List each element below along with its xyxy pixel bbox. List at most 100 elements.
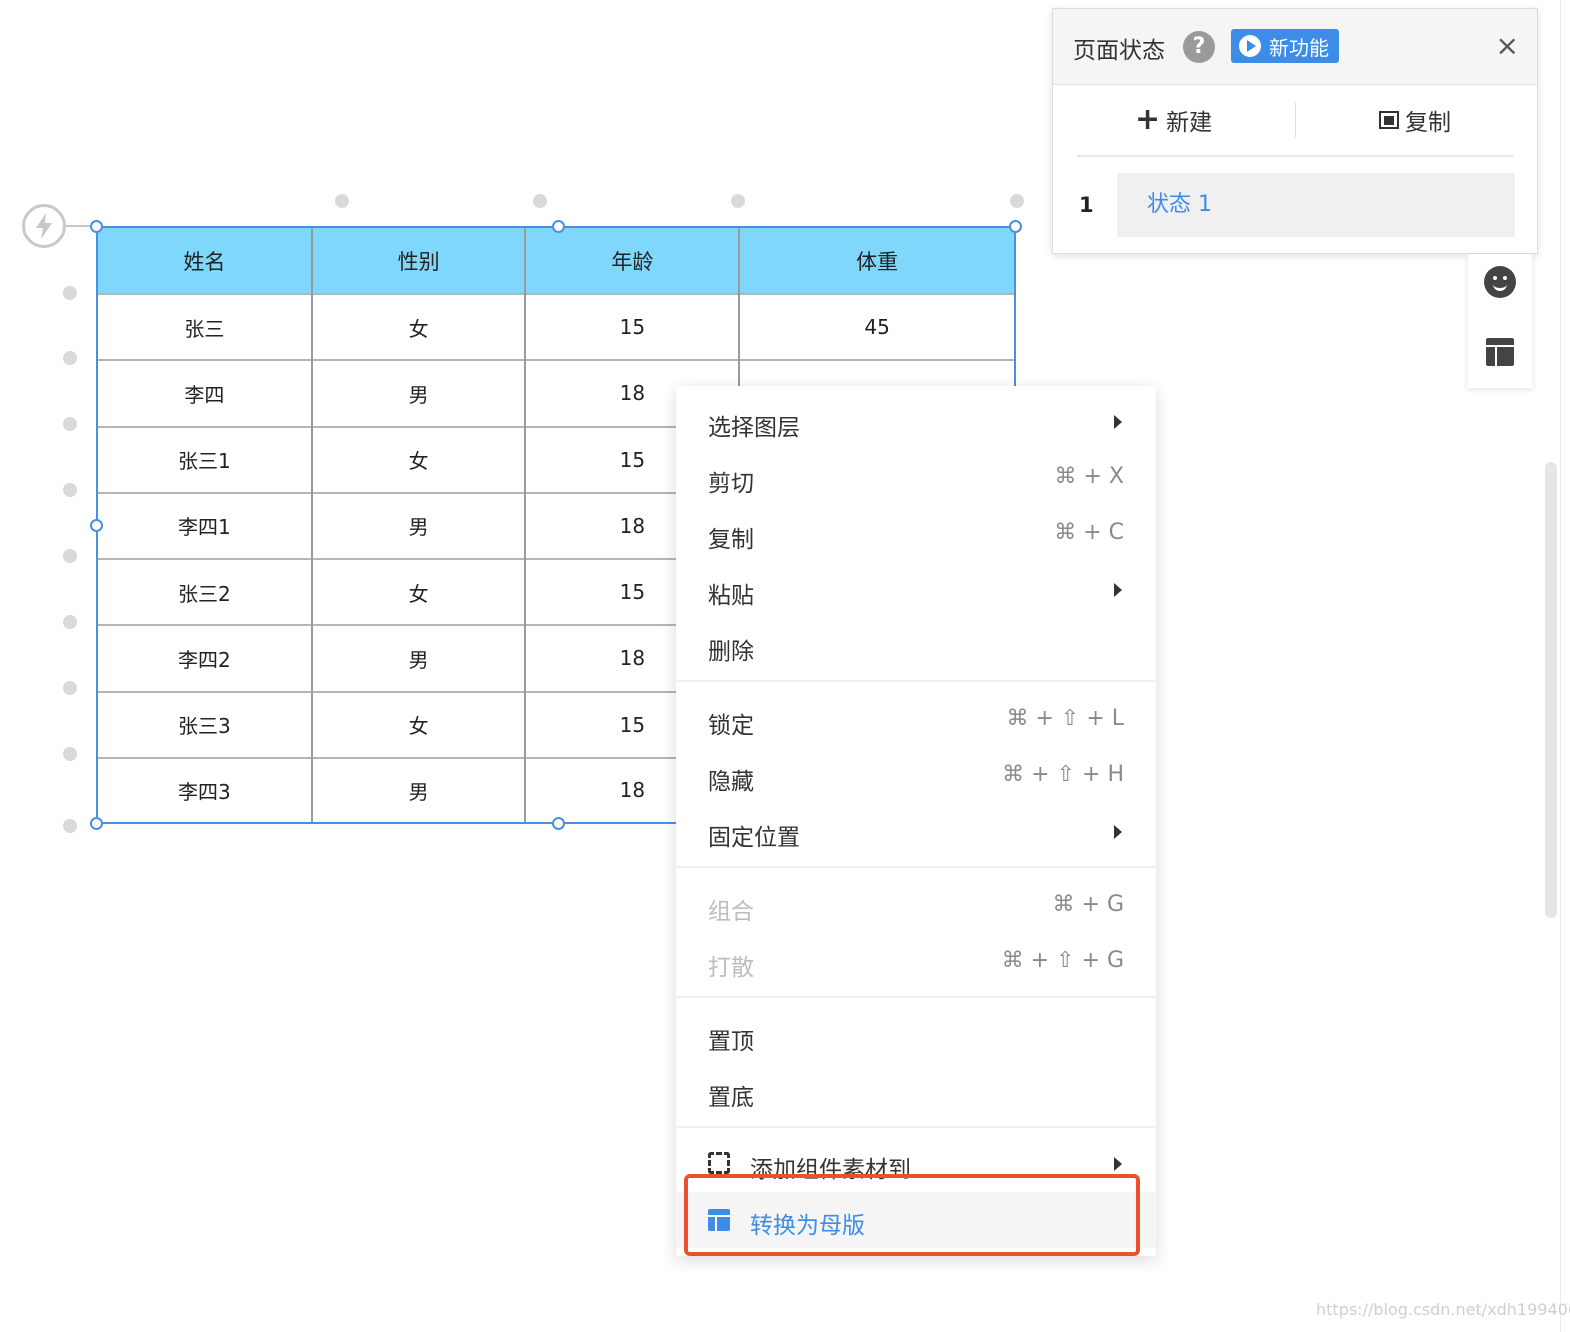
submenu-arrow-icon bbox=[1114, 1157, 1122, 1171]
selection-handle[interactable] bbox=[90, 220, 103, 233]
menu-separator bbox=[676, 866, 1156, 868]
menu-item-label: 剪切 bbox=[708, 471, 754, 497]
shortcut-label: ⌘ + ⇧ + L bbox=[1006, 706, 1124, 731]
state-list-item[interactable]: 1 状态 1 bbox=[1053, 173, 1537, 239]
column-handle[interactable] bbox=[533, 194, 547, 208]
menu-item-select-layer[interactable]: 选择图层 bbox=[676, 394, 1156, 450]
row-handle[interactable] bbox=[63, 351, 77, 365]
row-handle[interactable] bbox=[63, 549, 77, 563]
watermark: https://blog.csdn.net/xdh19940602 bbox=[1316, 1300, 1570, 1319]
selection-handle[interactable] bbox=[1009, 220, 1022, 233]
edge-rule bbox=[1560, 0, 1561, 1332]
cell[interactable]: 张三1 bbox=[98, 425, 313, 493]
help-icon[interactable]: ? bbox=[1183, 31, 1215, 63]
panel-title: 页面状态 bbox=[1073, 38, 1165, 64]
row-handle[interactable] bbox=[63, 819, 77, 833]
menu-item-cut[interactable]: 剪切 ⌘ + X bbox=[676, 450, 1156, 506]
cell[interactable]: 李四1 bbox=[98, 491, 313, 560]
copy-state-button[interactable]: 复制 bbox=[1379, 103, 1451, 137]
menu-item-label: 锁定 bbox=[708, 713, 754, 739]
new-state-button[interactable]: + 新建 bbox=[1135, 103, 1212, 137]
header-name[interactable]: 姓名 bbox=[98, 228, 313, 294]
cell[interactable]: 女 bbox=[311, 292, 527, 361]
header-age[interactable]: 年龄 bbox=[525, 228, 741, 294]
cell[interactable]: 男 bbox=[311, 491, 527, 560]
cell[interactable]: 女 bbox=[311, 690, 527, 758]
selection-handle[interactable] bbox=[90, 817, 103, 830]
cell[interactable]: 男 bbox=[311, 624, 527, 692]
menu-item-label: 打散 bbox=[708, 955, 754, 981]
cell[interactable]: 李四2 bbox=[98, 624, 313, 692]
cell[interactable]: 李四 bbox=[98, 359, 313, 427]
new-feature-label: 新功能 bbox=[1269, 35, 1329, 60]
cell[interactable]: 男 bbox=[311, 359, 527, 427]
menu-item-send-to-bottom[interactable]: 置底 bbox=[676, 1064, 1156, 1120]
menu-item-paste[interactable]: 粘贴 bbox=[676, 562, 1156, 618]
cell[interactable]: 张三3 bbox=[98, 690, 313, 758]
state-index: 1 bbox=[1079, 193, 1094, 217]
selection-handle[interactable] bbox=[552, 817, 565, 830]
shortcut-label: ⌘ + C bbox=[1054, 520, 1124, 545]
menu-item-lock[interactable]: 锁定 ⌘ + ⇧ + L bbox=[676, 692, 1156, 748]
menu-separator bbox=[676, 996, 1156, 998]
new-state-label: 新建 bbox=[1166, 110, 1213, 136]
menu-item-label: 复制 bbox=[708, 527, 754, 553]
row-handle[interactable] bbox=[63, 615, 77, 629]
row-handle[interactable] bbox=[63, 483, 77, 497]
copy-icon bbox=[1379, 111, 1399, 129]
cell[interactable]: 45 bbox=[739, 292, 1014, 361]
shortcut-label: ⌘ + ⇧ + G bbox=[1001, 948, 1124, 973]
column-handle[interactable] bbox=[1010, 194, 1024, 208]
cell[interactable]: 张三2 bbox=[98, 558, 313, 626]
menu-separator bbox=[676, 1126, 1156, 1128]
shortcut-label: ⌘ + X bbox=[1054, 464, 1125, 489]
menu-item-label: 删除 bbox=[708, 639, 754, 665]
menu-item-ungroup: 打散 ⌘ + ⇧ + G bbox=[676, 934, 1156, 990]
menu-item-hide[interactable]: 隐藏 ⌘ + ⇧ + H bbox=[676, 748, 1156, 804]
menu-item-delete[interactable]: 删除 bbox=[676, 618, 1156, 674]
new-feature-badge[interactable]: 新功能 bbox=[1231, 29, 1339, 63]
menu-item-copy[interactable]: 复制 ⌘ + C bbox=[676, 506, 1156, 562]
row-handle[interactable] bbox=[63, 286, 77, 300]
selection-handle[interactable] bbox=[90, 519, 103, 532]
cell[interactable]: 男 bbox=[311, 756, 527, 822]
selection-handle[interactable] bbox=[552, 220, 565, 233]
cell[interactable]: 女 bbox=[311, 558, 527, 626]
plus-icon: + bbox=[1135, 102, 1161, 137]
column-handle[interactable] bbox=[335, 194, 349, 208]
add-asset-icon bbox=[708, 1152, 730, 1174]
menu-item-bring-to-top[interactable]: 置顶 bbox=[676, 1008, 1156, 1064]
highlight-box bbox=[684, 1174, 1140, 1256]
row-handle[interactable] bbox=[63, 417, 77, 431]
interaction-bolt-icon[interactable] bbox=[22, 204, 66, 248]
header-gender[interactable]: 性别 bbox=[311, 228, 527, 294]
shortcut-label: ⌘ + ⇧ + H bbox=[1002, 762, 1124, 787]
menu-item-label: 隐藏 bbox=[708, 769, 754, 795]
submenu-arrow-icon bbox=[1114, 415, 1122, 429]
shortcut-label: ⌘ + G bbox=[1052, 892, 1124, 917]
page-state-panel: 页面状态 ? 新功能 × + 新建 复制 1 状态 1 bbox=[1052, 8, 1538, 254]
smiley-icon[interactable] bbox=[1484, 266, 1516, 298]
column-handle[interactable] bbox=[731, 194, 745, 208]
row-handle[interactable] bbox=[63, 747, 77, 761]
submenu-arrow-icon bbox=[1114, 583, 1122, 597]
cell[interactable]: 15 bbox=[525, 292, 741, 361]
play-icon bbox=[1239, 35, 1261, 57]
cell[interactable]: 女 bbox=[311, 425, 527, 493]
panel-header: 页面状态 ? 新功能 × bbox=[1053, 9, 1537, 85]
close-icon[interactable]: × bbox=[1496, 29, 1519, 62]
table-row[interactable]: 张三 女 15 45 bbox=[98, 292, 1014, 361]
scrollbar[interactable] bbox=[1545, 462, 1557, 918]
canvas: 姓名 性别 年龄 体重 张三 女 15 45 李四 男 18 张三1 女 15 … bbox=[0, 0, 1570, 1332]
menu-item-fix-position[interactable]: 固定位置 bbox=[676, 804, 1156, 860]
cell[interactable]: 李四3 bbox=[98, 756, 313, 822]
menu-item-label: 置底 bbox=[708, 1085, 754, 1111]
header-weight[interactable]: 体重 bbox=[739, 228, 1014, 294]
state-name[interactable]: 状态 1 bbox=[1117, 173, 1515, 237]
cell[interactable]: 张三 bbox=[98, 292, 313, 361]
layout-icon[interactable] bbox=[1486, 338, 1514, 366]
divider bbox=[1295, 103, 1296, 137]
submenu-arrow-icon bbox=[1114, 825, 1122, 839]
menu-separator bbox=[676, 680, 1156, 682]
row-handle[interactable] bbox=[63, 681, 77, 695]
